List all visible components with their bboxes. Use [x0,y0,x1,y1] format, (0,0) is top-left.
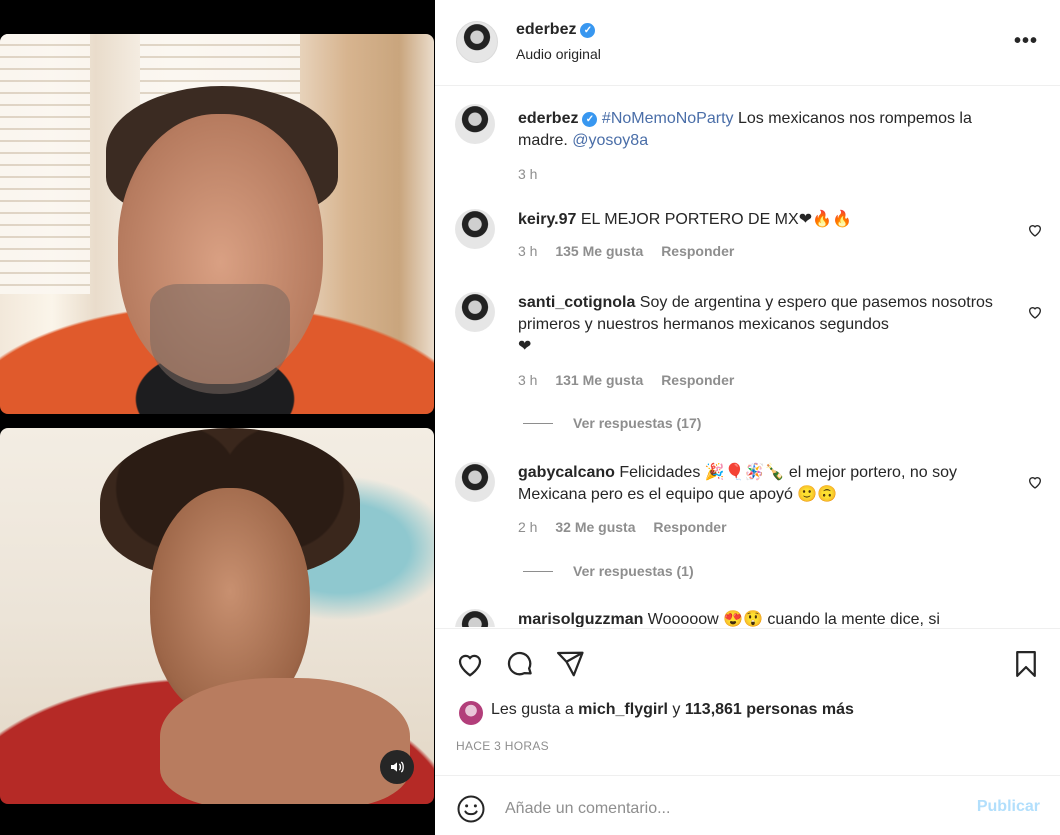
view-replies-button[interactable]: Ver respuestas (1) [523,563,694,579]
speaker-icon [391,761,404,773]
comment-icon[interactable] [505,649,535,679]
comment-text: cuando la mente dice, si [762,611,940,627]
caption-username[interactable]: ederbez [518,110,578,127]
heart-icon[interactable] [1027,222,1043,238]
avatar[interactable] [455,209,495,249]
avatar[interactable] [459,701,483,725]
header-username[interactable]: ederbez [516,21,576,38]
comment-time: 3 h [518,372,538,388]
caption-time: 3 h [518,166,538,182]
post-timestamp[interactable]: HACE 3 HORAS [456,739,549,753]
comment-likes[interactable]: 32 Me gusta [555,519,635,535]
likes-count[interactable]: 113,861 personas más [685,701,854,718]
post-media[interactable] [0,0,435,835]
verified-badge-icon: ✓ [582,112,598,127]
comment-username[interactable]: gabycalcano [518,464,615,481]
reply-button[interactable]: Responder [653,519,726,535]
likes-user[interactable]: mich_flygirl [578,701,668,718]
person-hand [160,678,410,804]
comment-emoji: ❤ [518,338,532,355]
comment-emoji: 🙂🙃 [797,486,838,503]
verified-badge-icon: ✓ [580,23,596,38]
person-beard [150,284,290,394]
avatar[interactable] [456,21,498,63]
comment-time: 3 h [518,243,538,259]
avatar[interactable] [455,292,495,332]
heart-icon[interactable] [1027,304,1043,320]
post-header: ederbez ✓ Audio original ••• [435,0,1060,86]
hashtag-link[interactable]: #NoMemoNoParty [602,110,734,127]
publish-button[interactable]: Publicar [977,798,1040,816]
mute-button[interactable] [380,750,414,784]
ellipsis-icon: ••• [1013,30,1038,52]
comment-username[interactable]: keiry.97 [518,211,576,228]
post-actions: Les gusta a mich_flygirl y 113,861 perso… [435,628,1060,775]
comment-username[interactable]: marisolguzzman [518,611,643,627]
window-blinds [0,34,90,294]
avatar[interactable] [455,609,495,627]
video-frame-top [0,34,434,414]
comment-likes[interactable]: 135 Me gusta [555,243,643,259]
comment-text: Felicidades [614,464,705,481]
comment-text: EL MEJOR PORTERO DE MX [576,211,799,228]
comment-composer: Publicar [435,775,1060,835]
likes-summary[interactable]: Les gusta a mich_flygirl y 113,861 perso… [491,701,854,719]
smiley-icon[interactable] [456,794,486,824]
comment-text: Wooooow [643,611,724,627]
heart-icon[interactable] [1027,474,1043,490]
bookmark-icon[interactable] [1011,649,1041,679]
paper-plane-icon[interactable] [555,649,585,679]
comment-emoji: 🎉🎈🪅🍾 [704,464,785,481]
audio-link[interactable]: Audio original [516,46,601,62]
comment-time: 2 h [518,519,538,535]
comment-emoji: ❤🔥🔥 [798,211,852,228]
heart-icon[interactable] [455,649,485,679]
mention-link[interactable]: @yosoy8a [572,132,648,149]
comment-likes[interactable]: 131 Me gusta [555,372,643,388]
view-replies-button[interactable]: Ver respuestas (17) [523,415,701,431]
reply-button[interactable]: Responder [661,243,734,259]
reply-button[interactable]: Responder [661,372,734,388]
post-panel: ederbez ✓ Audio original ••• ederbez ✓ #No… [435,0,1060,835]
comment-emoji: 😍😲 [723,611,763,627]
video-frame-bottom [0,428,434,804]
comment-username[interactable]: santi_cotignola [518,294,635,311]
comment-input[interactable] [505,794,965,824]
comments-list[interactable]: ederbez ✓ #NoMemoNoParty Los mexicanos no… [435,87,1060,627]
avatar[interactable] [455,104,495,144]
more-options-button[interactable]: ••• [1014,30,1038,53]
avatar[interactable] [455,462,495,502]
